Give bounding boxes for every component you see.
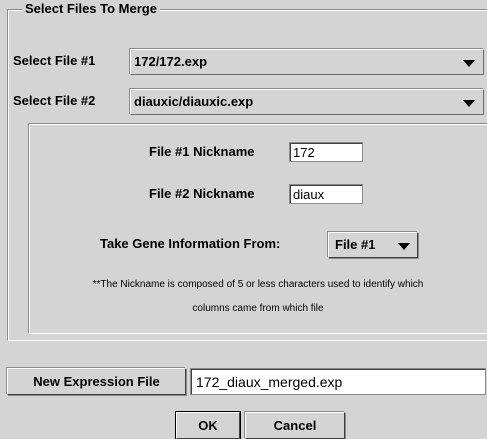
nickname-note-line-2: columns came from which file bbox=[192, 303, 324, 314]
gene-info-combo[interactable]: File #1 bbox=[328, 232, 418, 258]
nickname-1-input[interactable]: 172 bbox=[289, 142, 363, 162]
new-expression-file-button[interactable]: New Expression File bbox=[7, 368, 186, 395]
select-file-2-combo[interactable]: diauxic/diauxic.exp bbox=[130, 89, 484, 115]
select-file-1-value: 172/172.exp bbox=[134, 54, 208, 69]
select-file-1-combo[interactable]: 172/172.exp bbox=[130, 49, 484, 75]
gene-info-value: File #1 bbox=[335, 237, 376, 252]
merge-files-dialog: Select Files To Merge Select File #1 172… bbox=[0, 0, 487, 439]
chevron-down-icon bbox=[398, 243, 410, 250]
nickname-2-input[interactable]: diaux bbox=[289, 184, 363, 204]
group-title: Select Files To Merge bbox=[22, 0, 160, 18]
cancel-button[interactable]: Cancel bbox=[245, 412, 345, 439]
chevron-down-icon bbox=[463, 100, 475, 107]
nickname-1-label: File #1 Nickname bbox=[149, 144, 255, 159]
gene-info-label: Take Gene Information From: bbox=[100, 236, 281, 251]
select-file-2-label: Select File #2 bbox=[13, 93, 96, 108]
output-filename-input[interactable]: 172_diaux_merged.exp bbox=[190, 368, 486, 395]
nickname-note-line-1: **The Nickname is composed of 5 or less … bbox=[92, 279, 424, 290]
nickname-2-label: File #2 Nickname bbox=[149, 186, 255, 201]
select-file-2-value: diauxic/diauxic.exp bbox=[134, 94, 254, 109]
select-file-1-label: Select File #1 bbox=[13, 53, 96, 68]
ok-button[interactable]: OK bbox=[175, 411, 241, 439]
chevron-down-icon bbox=[463, 60, 475, 67]
